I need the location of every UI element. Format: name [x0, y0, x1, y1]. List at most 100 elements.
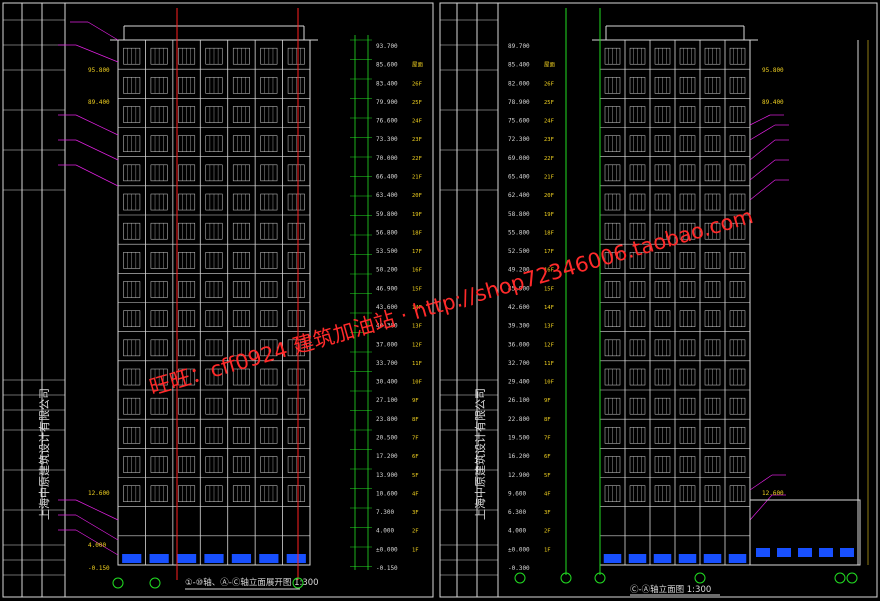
storefront-glass: [756, 548, 770, 557]
level-elevation-label: 33.700: [376, 360, 398, 367]
level-elevation-label: 6.300: [508, 509, 526, 516]
level-elevation-label: 27.100: [376, 397, 398, 404]
floor-label: 1F: [544, 547, 551, 553]
level-elevation-label: 29.400: [508, 379, 530, 386]
side-elevation-mark: 89.400: [88, 99, 110, 106]
floor-label: 屋面: [412, 62, 424, 69]
level-elevation-label: 9.600: [508, 490, 526, 497]
side-elevation-mark: 95.800: [762, 67, 784, 74]
level-elevation-label: 56.800: [376, 229, 398, 236]
floor-label: 26F: [544, 81, 554, 87]
side-elevation-mark: 4.000: [88, 542, 106, 549]
storefront-glass: [204, 554, 224, 563]
level-elevation-label: 66.400: [376, 174, 398, 181]
level-elevation-label: 93.700: [376, 43, 398, 50]
floor-label: 21F: [544, 175, 554, 181]
level-elevation-label: 82.000: [508, 80, 530, 87]
floor-label: 17F: [412, 249, 422, 255]
level-elevation-label: 53.500: [376, 248, 398, 255]
storefront-glass: [678, 554, 697, 563]
floor-label: 5F: [544, 473, 551, 479]
level-elevation-label: 32.700: [508, 360, 530, 367]
level-elevation-label: 59.800: [376, 211, 398, 218]
level-elevation-label: 36.000: [508, 341, 530, 348]
floor-label: 22F: [412, 156, 422, 162]
floor-label: 3F: [412, 510, 419, 516]
floor-label: 16F: [412, 268, 422, 274]
floor-label: 20F: [544, 193, 554, 199]
level-elevation-label: 72.300: [508, 136, 530, 143]
level-elevation-label: 85.400: [508, 62, 530, 69]
level-elevation-label: 85.600: [376, 62, 398, 69]
level-elevation-label: 79.900: [376, 99, 398, 106]
floor-label: 12F: [412, 342, 422, 348]
level-elevation-label: 50.200: [376, 267, 398, 274]
floor-label: 6F: [412, 454, 419, 460]
level-elevation-label: 26.100: [508, 397, 530, 404]
level-elevation-label: 73.300: [376, 136, 398, 143]
level-elevation-label: 52.500: [508, 248, 530, 255]
level-elevation-label: ±0.000: [508, 546, 530, 553]
floor-label: 21F: [412, 175, 422, 181]
level-elevation-label: 22.800: [508, 416, 530, 423]
drawing-title-left: ①-⑩轴、Ⓐ-Ⓒ轴立面展开图 1:300: [185, 577, 319, 588]
floor-label: 17F: [544, 249, 554, 255]
floor-label: 18F: [544, 230, 554, 236]
side-elevation-mark: -0.150: [88, 565, 110, 572]
floor-label: 26F: [412, 81, 422, 87]
floor-label: 15F: [412, 286, 422, 292]
level-elevation-label: 75.600: [508, 118, 530, 125]
floor-label: 19F: [544, 212, 554, 218]
storefront-glass: [149, 554, 169, 563]
side-elevation-mark: 89.400: [762, 99, 784, 106]
floor-label: 1F: [412, 547, 419, 553]
level-elevation-label: 70.000: [376, 155, 398, 162]
floor-label: 2F: [412, 529, 419, 535]
level-elevation-label: 13.900: [376, 472, 398, 479]
level-elevation-label: 10.600: [376, 490, 398, 497]
level-elevation-label: 37.000: [376, 341, 398, 348]
floor-label: 10F: [544, 380, 554, 386]
level-elevation-label: -0.150: [376, 565, 398, 572]
floor-label: 3F: [544, 510, 551, 516]
floor-label: 19F: [412, 212, 422, 218]
floor-label: 4F: [412, 491, 419, 497]
storefront-glass: [231, 554, 252, 563]
level-elevation-label: 63.400: [376, 192, 398, 199]
floor-label: 12F: [544, 342, 554, 348]
floor-label: 5F: [412, 473, 419, 479]
storefront-glass: [259, 554, 279, 563]
level-elevation-label: 42.600: [508, 304, 530, 311]
level-elevation-label: 7.300: [376, 509, 394, 516]
floor-label: 屋面: [544, 62, 556, 69]
storefront-glass: [628, 554, 647, 563]
level-elevation-label: 69.000: [508, 155, 530, 162]
floor-label: 18F: [412, 230, 422, 236]
floor-label: 9F: [544, 398, 551, 404]
floor-label: 9F: [412, 398, 419, 404]
cad-elevation-drawing: 上海中原建筑设计有限公司 93.700 85.600 83.400 79.900 76.…: [0, 0, 880, 601]
firm-name-left: 上海中原建筑设计有限公司: [37, 388, 51, 520]
storefront-glass: [176, 554, 197, 563]
side-elevation-mark: 95.800: [88, 67, 110, 74]
floor-label: 7F: [412, 436, 419, 442]
level-elevation-label: 78.900: [508, 99, 530, 106]
floor-label: 25F: [412, 100, 422, 106]
floor-label: 25F: [544, 100, 554, 106]
level-elevation-label: 65.400: [508, 174, 530, 181]
level-elevation-label: 4.000: [508, 528, 526, 535]
storefront-glass: [798, 548, 812, 557]
storefront-glass: [840, 548, 854, 557]
floor-label: 13F: [544, 324, 554, 330]
storefront-glass: [603, 554, 622, 563]
storefront-glass: [122, 554, 142, 563]
level-elevation-label: 39.300: [508, 323, 530, 330]
level-elevation-label: 62.400: [508, 192, 530, 199]
level-elevation-label: 30.400: [376, 379, 398, 386]
level-elevation-label: 23.800: [376, 416, 398, 423]
side-elevation-mark: 12.600: [88, 490, 110, 497]
level-elevation-label: 16.200: [508, 453, 530, 460]
floor-label: 22F: [544, 156, 554, 162]
floor-label: 23F: [544, 137, 554, 143]
level-elevation-label: 17.200: [376, 453, 398, 460]
